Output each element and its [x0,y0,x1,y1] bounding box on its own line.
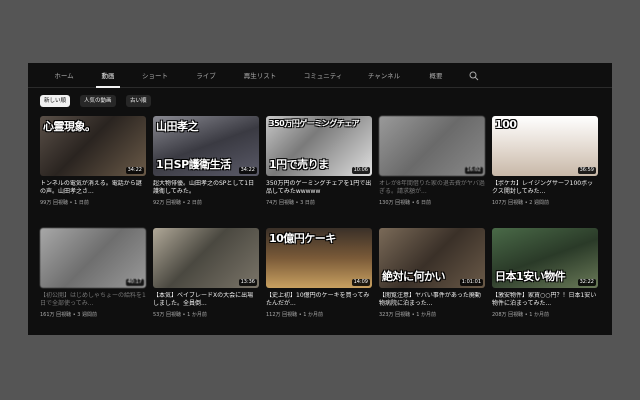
view-count: 74万 回視聴 [266,200,294,206]
duration-badge: 32:22 [577,279,596,286]
upload-age: 3 日前 [300,200,315,206]
search-icon[interactable] [469,71,479,81]
video-thumbnail[interactable]: 100 36:59 [492,116,598,176]
video-title[interactable]: 350万円のゲーミングチェアを1円で出品してみたwwwww [266,180,372,196]
upload-age: 1 か月前 [303,312,324,318]
view-count: 208万 回視聴 [492,312,524,318]
video-card[interactable]: 山田孝之 1日SP護衛生活 34:22 超大物俳優。山田孝之のSPとして1日護衛… [153,116,259,206]
video-thumbnail[interactable]: 40:17 [40,228,146,288]
video-title[interactable]: 【ポケカ】レイジングサーフ100ボックス開封してみた... [492,180,598,196]
video-title[interactable]: 【激安物件】家賃○○円？！日本1安い物件に泊まってみた... [492,292,598,308]
video-meta: 323万 回視聴 • 1 か月前 [379,312,437,318]
thumbnail-caption: 350万円ゲーミングチェア [269,119,360,128]
view-count: 112万 回視聴 [266,312,298,318]
video-meta: 92万 回視聴 • 2 日前 [153,200,202,206]
tab-home[interactable]: ホーム [52,63,76,87]
video-title[interactable]: 超大物俳優。山田孝之のSPとして1日護衛してみた。 [153,180,259,196]
duration-badge: 16:02 [464,167,483,174]
thumbnail-caption-bottom: 日本1安い物件 [495,270,566,283]
upload-age: 6 日前 [416,200,432,206]
tab-about[interactable]: 概要 [426,63,446,87]
video-thumbnail[interactable]: 16:02 [379,116,485,176]
video-card[interactable]: 16:02 オレが8年間借りた家の退去費がヤバ過ぎる。請求額が... 130万 … [379,116,485,206]
thumbnail-caption: 100 [495,118,517,131]
view-count: 99万 回視聴 [40,200,68,206]
video-thumbnail[interactable]: 13:36 [153,228,259,288]
thumbnail-caption: 山田孝之 [156,120,199,133]
tab-community[interactable]: コミュニティ [301,63,345,87]
video-card[interactable]: 心霊現象。 34:22 トンネルの電気が消える。電話から謎の声。山田孝之さ...… [40,116,146,206]
thumbnail-caption: 10億円ケーキ [269,232,336,245]
upload-age: 1 日前 [74,200,89,206]
thumbnail-caption: 心霊現象。 [43,120,96,133]
chip-newest[interactable]: 新しい順 [40,95,71,107]
chip-popular[interactable]: 人気の動画 [80,95,116,107]
duration-badge: 40:17 [125,279,144,286]
upload-age: 2 日前 [187,200,202,206]
video-title[interactable]: 【本気】ベイブレードXの大会に出場しました。全員倒... [153,292,259,308]
upload-age: 1 か月前 [529,312,550,318]
upload-age: 2 週間前 [529,200,550,206]
upload-age: 3 週間前 [77,312,98,318]
video-meta: 74万 回視聴 • 3 日前 [266,200,315,206]
duration-badge: 36:59 [577,167,596,174]
video-title[interactable]: トンネルの電気が消える。電話から謎の声。山田孝之さ... [40,180,146,196]
video-meta: 99万 回視聴 • 1 日前 [40,200,89,206]
duration-badge: 14:09 [351,279,370,286]
video-thumbnail[interactable]: 350万円ゲーミングチェア 1円で売りま 10:06 [266,116,372,176]
upload-age: 1 か月前 [187,312,207,318]
video-meta: 161万 回視聴 • 3 週間前 [40,312,98,318]
duration-badge: 34:22 [238,167,257,174]
video-thumbnail[interactable]: 10億円ケーキ 14:09 [266,228,372,288]
view-count: 130万 回視聴 [379,200,411,206]
view-count: 323万 回視聴 [379,312,411,318]
tab-channels[interactable]: チャンネル [366,63,402,87]
video-card[interactable]: 日本1安い物件 32:22 【激安物件】家賃○○円？！日本1安い物件に泊まってみ… [492,228,598,318]
thumbnail-caption-bottom: 絶対に何かい [382,270,446,283]
upload-age: 1 か月前 [416,312,437,318]
duration-badge: 1:01:01 [459,279,483,286]
video-thumbnail[interactable]: 絶対に何かい 1:01:01 [379,228,485,288]
video-title[interactable]: 【初公開】はじめしゃちょーの給料を1日で全部使ってみ... [40,292,146,308]
view-count: 161万 回視聴 [40,312,72,318]
tab-videos[interactable]: 動画 [96,63,120,88]
thumbnail-caption-bottom: 1日SP護衛生活 [156,158,231,171]
video-card[interactable]: 350万円ゲーミングチェア 1円で売りま 10:06 350万円のゲーミングチェ… [266,116,372,206]
channel-tabs: ホーム 動画 ショート ライブ 再生リスト コミュニティ チャンネル 概要 [28,63,612,88]
video-meta: 53万 回視聴 • 1 か月前 [153,312,207,318]
video-card[interactable]: 13:36 【本気】ベイブレードXの大会に出場しました。全員倒... 53万 回… [153,228,259,318]
video-thumbnail[interactable]: 日本1安い物件 32:22 [492,228,598,288]
video-card[interactable]: 10億円ケーキ 14:09 【史上初】10億円のケーキを買ってみたんだが... … [266,228,372,318]
video-thumbnail[interactable]: 心霊現象。 34:22 [40,116,146,176]
video-title[interactable]: 【史上初】10億円のケーキを買ってみたんだが... [266,292,372,308]
video-meta: 107万 回視聴 • 2 週間前 [492,200,550,206]
video-title[interactable]: オレが8年間借りた家の退去費がヤバ過ぎる。請求額が... [379,180,485,196]
video-thumbnail[interactable]: 山田孝之 1日SP護衛生活 34:22 [153,116,259,176]
view-count: 92万 回視聴 [153,200,181,206]
video-card[interactable]: 100 36:59 【ポケカ】レイジングサーフ100ボックス開封してみた... … [492,116,598,206]
tab-playlists[interactable]: 再生リスト [240,63,280,87]
video-card[interactable]: 絶対に何かい 1:01:01 【閲覧注意】ヤバい事件があった廃動物病院に泊まった… [379,228,485,318]
duration-badge: 10:06 [351,167,370,174]
video-meta: 112万 回視聴 • 1 か月前 [266,312,324,318]
thumbnail-caption-bottom: 1円で売りま [269,158,329,171]
chip-oldest[interactable]: 古い順 [126,95,151,107]
tab-shorts[interactable]: ショート [140,63,170,87]
video-card[interactable]: 40:17 【初公開】はじめしゃちょーの給料を1日で全部使ってみ... 161万… [40,228,146,318]
video-meta: 130万 回視聴 • 6 日前 [379,200,432,206]
duration-badge: 34:22 [125,167,144,174]
tab-live[interactable]: ライブ [194,63,218,87]
channel-videos-page: ホーム 動画 ショート ライブ 再生リスト コミュニティ チャンネル 概要 新し… [28,63,612,335]
view-count: 53万 回視聴 [153,312,181,318]
duration-badge: 13:36 [238,279,257,286]
view-count: 107万 回視聴 [492,200,524,206]
video-title[interactable]: 【閲覧注意】ヤバい事件があった廃動物病院に泊まった... [379,292,485,308]
video-meta: 208万 回視聴 • 1 か月前 [492,312,550,318]
